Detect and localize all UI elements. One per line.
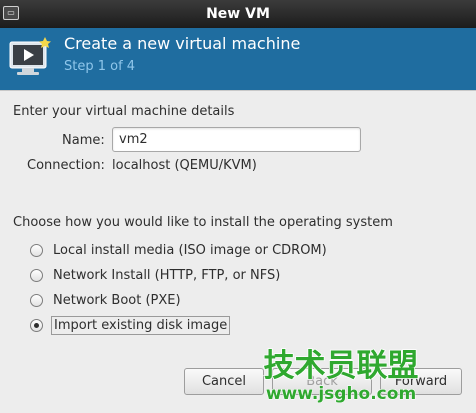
back-button[interactable]: Back [272,368,372,395]
radio-label: Local install media (ISO image or CDROM) [53,242,327,258]
wizard-banner: Create a new virtual machine Step 1 of 4 [0,28,476,90]
banner-title: Create a new virtual machine [64,34,301,53]
radio-local-media[interactable]: Local install media (ISO image or CDROM) [30,240,329,260]
radio-button[interactable] [30,293,43,307]
window-title: New VM [206,6,270,22]
vm-app-icon: ▭ [3,6,19,20]
radio-label: Network Boot (PXE) [53,292,181,308]
window-titlebar: ▭ New VM [0,0,476,28]
radio-network-install[interactable]: Network Install (HTTP, FTP, or NFS) [30,265,282,285]
radio-button-selected[interactable] [30,318,43,332]
radio-button[interactable] [30,243,43,257]
banner-divider [0,90,476,91]
radio-button[interactable] [30,268,43,282]
radio-network-boot[interactable]: Network Boot (PXE) [30,290,183,310]
name-label: Name: [62,133,105,148]
monitor-play-icon [9,37,51,75]
details-heading: Enter your virtual machine details [13,104,235,119]
radio-import-disk[interactable]: Import existing disk image [30,315,231,335]
connection-label: Connection: [27,158,105,173]
radio-label: Network Install (HTTP, FTP, or NFS) [53,267,281,283]
step-indicator: Step 1 of 4 [64,59,136,74]
radio-label: Import existing disk image [51,315,231,335]
cancel-button[interactable]: Cancel [184,368,264,395]
install-heading: Choose how you would like to install the… [13,215,393,230]
connection-value: localhost (QEMU/KVM) [112,158,257,173]
forward-button[interactable]: Forward [380,368,462,395]
name-input[interactable] [112,127,361,152]
